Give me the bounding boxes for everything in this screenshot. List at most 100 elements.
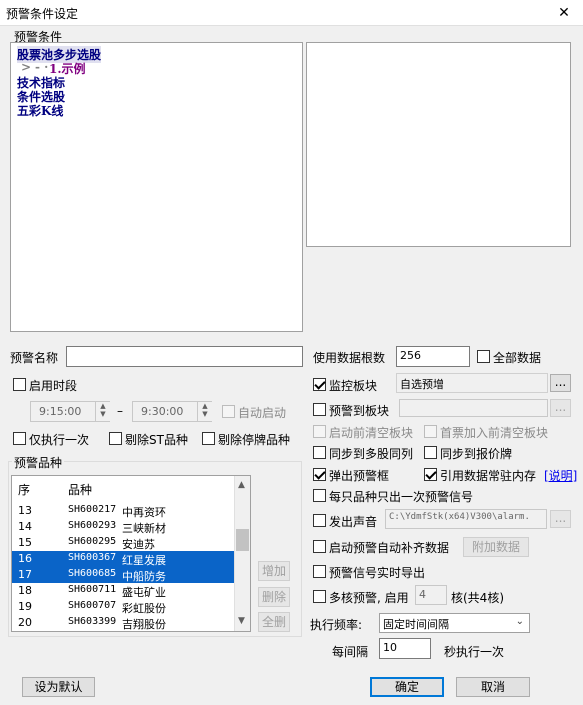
monitor-block-label: 监控板块	[329, 379, 378, 393]
first-clear-checkbox[interactable]	[424, 425, 437, 438]
row-code: SH600367	[68, 552, 117, 563]
window-title: 预警条件设定	[6, 7, 79, 21]
ok-button[interactable]: 确定	[370, 677, 444, 697]
popup-checkbox[interactable]	[313, 468, 326, 481]
scroll-down-icon[interactable]: ▼	[238, 616, 245, 626]
delete-product-button[interactable]: 删除	[258, 587, 290, 607]
row-name: 中再资环	[122, 506, 166, 519]
row-index: 20	[18, 616, 32, 629]
auto-fill-label: 启动预警自动补齐数据	[329, 541, 450, 555]
table-row[interactable]: 18 SH600711 盛屯矿业	[12, 583, 234, 599]
list-scrollbar[interactable]: ▲ ▼	[234, 476, 250, 631]
row-name: 红星发展	[122, 554, 166, 567]
exclude-st-checkbox[interactable]	[109, 432, 122, 445]
row-name: 安迪苏	[122, 538, 155, 551]
sound-label: 发出声音	[329, 515, 378, 529]
alert-to-block-field[interactable]	[399, 399, 548, 417]
cancel-button[interactable]: 取消	[456, 677, 530, 697]
products-list[interactable]: 序 品种 13 SH600217 中再资环 14 SH600293 三峡新材 15 SH6…	[11, 475, 251, 632]
time-start-input[interactable]: 9:15:00 ▲ ▼	[30, 401, 110, 422]
conditions-tree[interactable]: 股票池多步选股 > - · 1.示例 技术指标 条件选股 五彩K线	[10, 42, 303, 332]
tree-item-kline[interactable]: 五彩K线	[17, 102, 63, 119]
time-start-spinner[interactable]: ▲ ▼	[95, 402, 110, 421]
close-icon[interactable]: ✕	[552, 2, 576, 24]
clear-block-checkbox[interactable]	[313, 425, 326, 438]
monitor-block-field[interactable]: 自选预增	[396, 373, 548, 393]
table-row-selected[interactable]: 16 SH600367 红星发展	[12, 551, 234, 567]
auto-fill-checkbox[interactable]	[313, 540, 326, 553]
data-count-input[interactable]: 256	[396, 346, 470, 367]
once-signal-label: 每只品种只出一次预警信号	[329, 490, 474, 504]
table-row-selected[interactable]: 17 SH600685 中船防务	[12, 567, 234, 583]
ref-data-label: 引用数据常驻内存	[440, 469, 537, 483]
exclude-st-label: 剔除ST品种	[125, 433, 188, 447]
alert-to-block-browse-button[interactable]: ...	[550, 399, 571, 417]
title-bar	[0, 0, 583, 26]
list-header: 序 品种	[12, 476, 234, 498]
explain-link[interactable]: [说明]	[544, 467, 577, 484]
first-clear-label: 首票加入前清空板块	[440, 426, 549, 440]
row-code: SH600711	[68, 584, 117, 595]
multicore-suffix: 核(共4核)	[451, 591, 504, 605]
row-name: 中船防务	[122, 570, 166, 583]
header-index[interactable]: 序	[18, 481, 30, 498]
header-product[interactable]: 品种	[68, 481, 92, 498]
row-index: 16	[18, 552, 32, 565]
time-end-input[interactable]: 9:30:00 ▲ ▼	[132, 401, 212, 422]
row-code: SH603399	[68, 616, 117, 627]
enable-time-checkbox[interactable]	[13, 378, 26, 391]
time-start-value: 9:15:00	[39, 405, 82, 418]
table-row[interactable]: 14 SH600293 三峡新材	[12, 519, 234, 535]
realtime-export-checkbox[interactable]	[313, 565, 326, 578]
time-end-value: 9:30:00	[141, 405, 184, 418]
alert-to-block-checkbox[interactable]	[313, 403, 326, 416]
scroll-thumb[interactable]	[236, 529, 249, 551]
sync-multi-checkbox[interactable]	[313, 446, 326, 459]
once-signal-checkbox[interactable]	[313, 489, 326, 502]
frequency-select[interactable]: 固定时间间隔 ⌄	[379, 613, 530, 633]
time-end-spinner[interactable]: ▲ ▼	[197, 402, 212, 421]
alert-to-block-label: 预警到板块	[329, 404, 390, 418]
sound-checkbox[interactable]	[313, 514, 326, 527]
interval-input[interactable]: 10	[379, 638, 431, 659]
table-row[interactable]: 15 SH600295 安迪苏	[12, 535, 234, 551]
sound-file-field[interactable]: C:\YdmfStk(x64)V300\alarm.	[385, 509, 547, 529]
sound-browse-button[interactable]: ...	[550, 510, 571, 528]
once-only-checkbox[interactable]	[13, 432, 26, 445]
delete-all-button[interactable]: 全删	[258, 612, 290, 632]
sync-multi-label: 同步到多股同列	[329, 447, 414, 461]
frequency-label: 执行频率:	[310, 618, 363, 632]
scroll-up-icon[interactable]: ▲	[238, 480, 245, 490]
set-default-button[interactable]: 设为默认	[22, 677, 95, 697]
exclude-suspended-checkbox[interactable]	[202, 432, 215, 445]
all-data-label: 全部数据	[493, 351, 542, 365]
monitor-block-checkbox[interactable]	[313, 378, 326, 391]
ref-data-checkbox[interactable]	[424, 468, 437, 481]
tree-branch-icon: >	[21, 60, 32, 74]
sync-quote-label: 同步到报价牌	[440, 447, 513, 461]
clear-block-label: 启动前清空板块	[329, 426, 414, 440]
alert-name-input[interactable]	[66, 346, 303, 367]
row-code: SH600295	[68, 536, 117, 547]
time-separator: –	[117, 404, 123, 418]
once-only-label: 仅执行一次	[29, 433, 90, 447]
auto-start-label: 自动启动	[238, 406, 287, 420]
row-index: 14	[18, 520, 32, 533]
table-row[interactable]: 13 SH600217 中再资环	[12, 503, 234, 519]
row-index: 15	[18, 536, 32, 549]
auto-start-checkbox[interactable]	[222, 405, 235, 418]
table-row[interactable]: 20 SH603399 吉翔股份	[12, 615, 234, 631]
addon-data-button[interactable]: 附加数据	[463, 537, 529, 557]
monitor-block-browse-button[interactable]: ...	[550, 374, 571, 392]
exclude-suspended-label: 剔除停牌品种	[218, 433, 291, 447]
tree-prefix: - ·	[35, 60, 49, 74]
multicore-checkbox[interactable]	[313, 590, 326, 603]
table-row[interactable]: 19 SH600707 彩虹股份	[12, 599, 234, 615]
alert-name-label: 预警名称	[10, 351, 59, 365]
sync-quote-checkbox[interactable]	[424, 446, 437, 459]
add-product-button[interactable]: 增加	[258, 561, 290, 581]
all-data-checkbox[interactable]	[477, 350, 490, 363]
multicore-count-field[interactable]: 4	[415, 585, 447, 605]
realtime-export-label: 预警信号实时导出	[329, 566, 426, 580]
chevron-down-icon: ⌄	[515, 616, 524, 627]
